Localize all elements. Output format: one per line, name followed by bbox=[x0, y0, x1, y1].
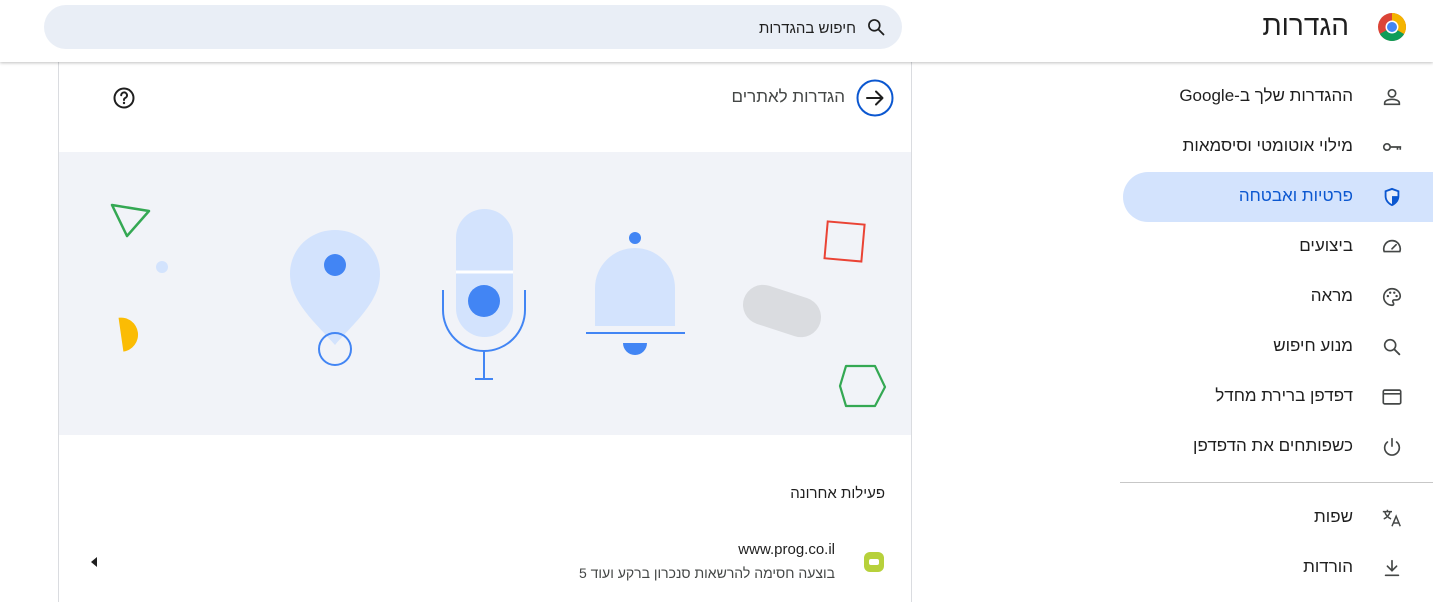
sidebar-item-default-browser[interactable]: דפדפן ברירת מחדל bbox=[1120, 372, 1433, 422]
shield-icon bbox=[1384, 187, 1400, 207]
sidebar-item-label: מראה bbox=[1310, 286, 1353, 305]
sidebar-item-label: הורדות bbox=[1303, 557, 1353, 576]
sidebar-item-label: מנוע חיפוש bbox=[1273, 336, 1353, 355]
page-title: הגדרות bbox=[1262, 10, 1349, 41]
recent-activity-row[interactable]: www.prog.co.il בוצעה חסימה להרשאות סנכרו… bbox=[59, 532, 911, 592]
triangle-shape bbox=[110, 203, 151, 238]
browser-window-icon bbox=[1382, 389, 1402, 405]
pill-shape bbox=[742, 284, 822, 338]
sidebar-item-label: מילוי אוטומטי וסיסמאות bbox=[1182, 136, 1353, 155]
sidebar-item-downloads[interactable]: הורדות bbox=[1120, 543, 1433, 593]
hexagon-shape bbox=[838, 364, 887, 408]
sidebar-item-search-engine[interactable]: מנוע חיפוש bbox=[1120, 322, 1433, 372]
sidebar-item-label: ההגדרות שלך ב-Google bbox=[1179, 86, 1353, 105]
card-title: הגדרות לאתרים bbox=[731, 87, 845, 106]
microphone-icon bbox=[442, 209, 526, 380]
sidebar-divider bbox=[1120, 482, 1433, 483]
power-icon bbox=[1383, 437, 1401, 456]
help-icon[interactable] bbox=[112, 86, 136, 110]
site-settings-card: הגדרות לאתרים פעילות אחרונה www.prog.co.… bbox=[58, 62, 912, 602]
half-circle-shape bbox=[118, 317, 139, 352]
search-icon bbox=[1383, 338, 1401, 356]
site-description: בוצעה חסימה להרשאות סנכרון ברקע ועוד 5 bbox=[578, 565, 835, 581]
expand-arrow-icon[interactable] bbox=[89, 556, 99, 568]
person-icon bbox=[1383, 88, 1401, 106]
sidebar-item-label: כשפותחים את הדפדפן bbox=[1193, 436, 1353, 455]
search-icon bbox=[868, 19, 885, 36]
chrome-logo-icon bbox=[1378, 13, 1406, 41]
recent-activity-title: פעילות אחרונה bbox=[790, 485, 885, 502]
back-arrow-button[interactable] bbox=[856, 79, 894, 117]
location-pin-icon bbox=[290, 230, 380, 366]
sidebar-item-label: שפות bbox=[1314, 507, 1353, 526]
palette-icon bbox=[1383, 287, 1402, 307]
speedometer-icon bbox=[1382, 239, 1402, 253]
sidebar-item-privacy-security[interactable]: פרטיות ואבטחה bbox=[1123, 172, 1433, 222]
sidebar-item-languages[interactable]: שפות bbox=[1120, 493, 1433, 543]
search-input[interactable] bbox=[254, 5, 858, 51]
sidebar-item-label: פרטיות ואבטחה bbox=[1238, 186, 1353, 205]
sidebar-nav: ההגדרות שלך ב-Google מילוי אוטומטי וסיסמ… bbox=[1120, 72, 1433, 593]
key-icon bbox=[1382, 142, 1402, 152]
download-icon bbox=[1384, 559, 1400, 577]
illustration bbox=[110, 203, 887, 408]
bell-icon bbox=[586, 232, 685, 355]
site-name: www.prog.co.il bbox=[738, 541, 835, 558]
search-bar[interactable] bbox=[44, 5, 902, 51]
sidebar-item-on-startup[interactable]: כשפותחים את הדפדפן bbox=[1120, 422, 1433, 472]
illustration-banner bbox=[59, 152, 911, 435]
sidebar-item-appearance[interactable]: מראה bbox=[1120, 272, 1433, 322]
top-bar: הגדרות bbox=[0, 0, 1433, 62]
small-dot-shape bbox=[156, 261, 168, 273]
sidebar-item-autofill[interactable]: מילוי אוטומטי וסיסמאות bbox=[1120, 122, 1433, 172]
sidebar-item-google-settings[interactable]: ההגדרות שלך ב-Google bbox=[1120, 72, 1433, 122]
site-favicon-icon bbox=[864, 552, 884, 572]
square-shape bbox=[823, 220, 866, 263]
translate-icon bbox=[1382, 509, 1401, 527]
sidebar-item-label: ביצועים bbox=[1299, 236, 1353, 255]
sidebar-item-label: דפדפן ברירת מחדל bbox=[1215, 386, 1353, 405]
sidebar-item-performance[interactable]: ביצועים bbox=[1120, 222, 1433, 272]
